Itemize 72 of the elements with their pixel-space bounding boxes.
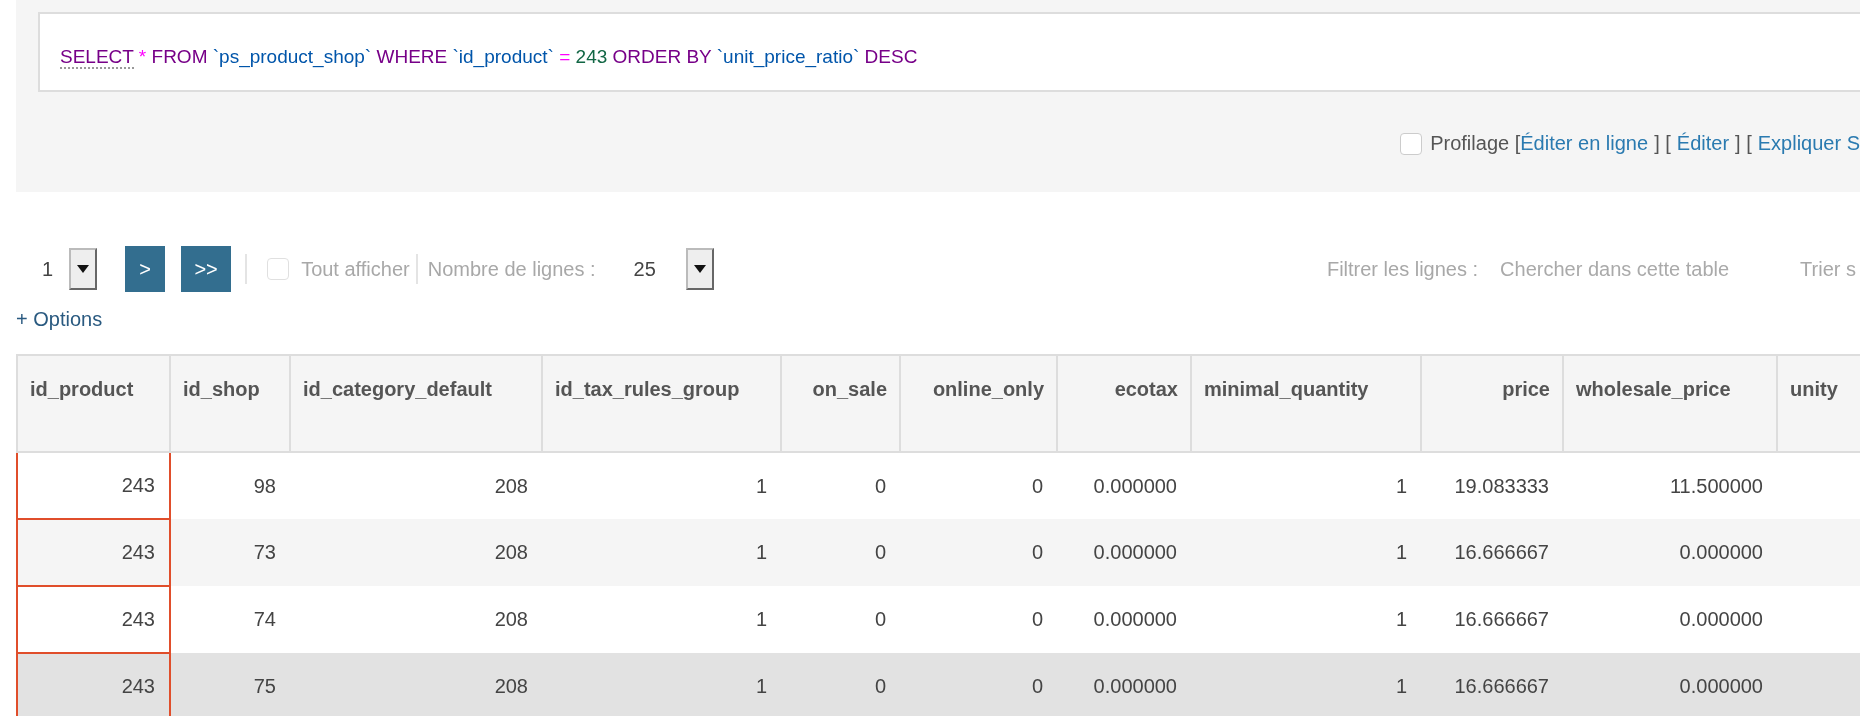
query-action-link[interactable]: Éditer en ligne bbox=[1520, 132, 1649, 154]
table-cell: 0.000000 bbox=[1057, 519, 1191, 586]
rows-per-page-label: Nombre de lignes : bbox=[427, 257, 596, 281]
table-cell: 208 bbox=[290, 586, 542, 653]
table-cell: 0 bbox=[900, 452, 1057, 519]
show-all-label: Tout afficher bbox=[301, 257, 410, 281]
table-cell: 0.000000 bbox=[1057, 452, 1191, 519]
table-cell: 11.500000 bbox=[1563, 452, 1777, 519]
query-action-link[interactable]: Expliquer S bbox=[1757, 132, 1860, 154]
table-cell: 1 bbox=[542, 653, 781, 716]
last-page-button[interactable]: >> bbox=[181, 246, 232, 292]
column-header[interactable]: id_tax_rules_group bbox=[542, 355, 781, 452]
table-cell: 0.000000 bbox=[1057, 653, 1191, 716]
table-cell: 0.000000 bbox=[1563, 586, 1777, 653]
page-select[interactable]: 1 bbox=[42, 248, 98, 290]
options-link[interactable]: + Options bbox=[16, 308, 103, 331]
table-cell: 1 bbox=[542, 452, 781, 519]
column-header[interactable]: on_sale bbox=[781, 355, 900, 452]
table-cell: 1 bbox=[542, 586, 781, 653]
caret-icon bbox=[685, 248, 714, 290]
table-cell: 0.000000 bbox=[1057, 586, 1191, 653]
sort-label: Trier s bbox=[1800, 257, 1856, 281]
column-header[interactable]: online_only bbox=[900, 355, 1057, 452]
caret-icon bbox=[69, 248, 98, 290]
table-cell: 16.666667 bbox=[1421, 653, 1563, 716]
column-header[interactable]: id_product bbox=[17, 355, 170, 452]
table-cell: 208 bbox=[290, 519, 542, 586]
column-header[interactable]: id_shop bbox=[170, 355, 290, 452]
table-cell: 98 bbox=[170, 452, 290, 519]
table-cell: 208 bbox=[290, 452, 542, 519]
table-cell: 243 bbox=[17, 586, 170, 653]
table-cell: 243 bbox=[17, 653, 170, 716]
table-cell: 1 bbox=[542, 519, 781, 586]
table-cell: 0 bbox=[781, 586, 900, 653]
table-cell: 19.083333 bbox=[1421, 452, 1563, 519]
column-header[interactable]: price bbox=[1421, 355, 1563, 452]
table-cell: 0.000000 bbox=[1563, 519, 1777, 586]
table-cell: 75 bbox=[170, 653, 290, 716]
column-header[interactable]: ecotax bbox=[1057, 355, 1191, 452]
table-cell: 73 bbox=[170, 519, 290, 586]
table-cell: 0 bbox=[900, 653, 1057, 716]
table-cell: 0 bbox=[781, 519, 900, 586]
table-cell: 1 bbox=[1191, 519, 1421, 586]
column-header[interactable]: id_category_default bbox=[290, 355, 542, 452]
table-cell: 1 bbox=[1191, 452, 1421, 519]
table-cell: 0.000000 bbox=[1563, 653, 1777, 716]
table-cell: 0 bbox=[900, 586, 1057, 653]
table-cell: 74 bbox=[170, 586, 290, 653]
table-cell: 1 bbox=[1191, 653, 1421, 716]
table-cell: 243 bbox=[17, 452, 170, 519]
table-cell: 1 bbox=[1191, 586, 1421, 653]
table-cell: 0 bbox=[781, 452, 900, 519]
table-cell: 0 bbox=[781, 653, 900, 716]
column-header[interactable]: wholesale_price bbox=[1563, 355, 1777, 452]
bracket-text: ] [ bbox=[1654, 132, 1671, 154]
filter-label: Filtrer les lignes : bbox=[1326, 257, 1479, 281]
column-header[interactable]: minimal_quantity bbox=[1191, 355, 1421, 452]
bracket-text: ] [ bbox=[1735, 132, 1752, 154]
table-cell: 16.666667 bbox=[1421, 586, 1563, 653]
rows-per-page-select[interactable]: 25 bbox=[633, 248, 714, 290]
table-cell: 208 bbox=[290, 653, 542, 716]
table-cell: 243 bbox=[17, 519, 170, 586]
profiling-checkbox[interactable] bbox=[1400, 132, 1423, 155]
profiling-label: Profilage bbox=[1430, 132, 1510, 154]
next-page-button[interactable]: > bbox=[125, 246, 166, 292]
bracket-text: [ bbox=[1514, 132, 1521, 154]
sql-query: SELECT * FROM `ps_product_shop` WHERE `id_product` = 243 ORDER BY `unit_price_ratio` DESC bbox=[60, 46, 918, 68]
query-action-link[interactable]: Éditer bbox=[1676, 132, 1730, 154]
column-header[interactable]: unity bbox=[1777, 355, 1860, 452]
sql-keyword-link[interactable]: SELECT bbox=[60, 46, 134, 69]
table-cell: 16.666667 bbox=[1421, 519, 1563, 586]
table-cell: 0 bbox=[900, 519, 1057, 586]
